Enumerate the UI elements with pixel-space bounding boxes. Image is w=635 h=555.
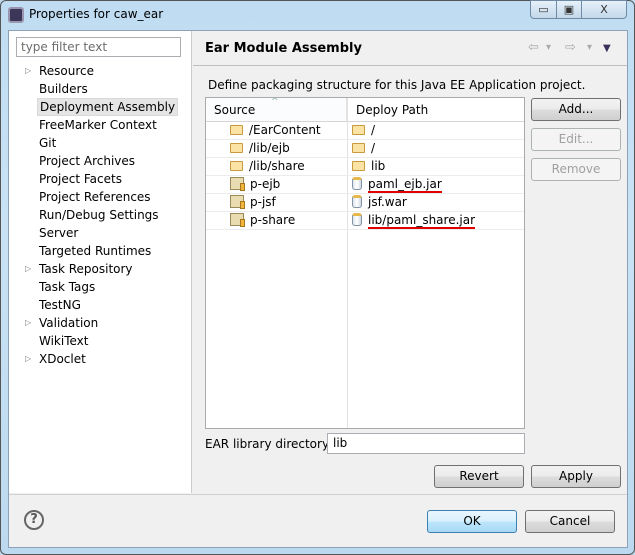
edit-button[interactable]: Edit... bbox=[531, 128, 621, 151]
table-row[interactable]: /lib/ejb / bbox=[206, 140, 524, 158]
column-header-source[interactable]: Source ^ bbox=[206, 97, 347, 122]
deploy-path-cell: / bbox=[352, 122, 375, 140]
sidebar-item[interactable]: Git bbox=[39, 134, 56, 152]
deploy-path-text: / bbox=[371, 123, 376, 137]
filter-input[interactable]: type filter text bbox=[16, 37, 181, 57]
deploy-path-text: / bbox=[371, 141, 376, 155]
source-cell: /lib/ejb bbox=[230, 140, 290, 158]
source-cell: p-jsf bbox=[230, 194, 276, 212]
source-cell: p-ejb bbox=[230, 176, 280, 194]
ok-button[interactable]: OK bbox=[427, 510, 517, 533]
source-text: /lib/ejb bbox=[249, 141, 290, 155]
deploy-path-cell: / bbox=[352, 140, 375, 158]
ear-library-label: EAR library directory: bbox=[205, 437, 333, 451]
deploy-path-cell: lib/paml_share.jar bbox=[352, 212, 476, 230]
sidebar-item[interactable]: Project Archives bbox=[39, 152, 135, 170]
window-title: Properties for caw_ear bbox=[29, 7, 164, 21]
project-icon bbox=[230, 213, 245, 227]
sidebar-item[interactable]: Resource bbox=[39, 62, 94, 80]
forward-arrow-icon[interactable]: ⇨ bbox=[565, 40, 576, 55]
sidebar-item[interactable]: TestNG bbox=[39, 296, 81, 314]
jar-icon bbox=[352, 213, 362, 226]
sidebar-item[interactable]: WikiText bbox=[39, 332, 89, 350]
column-label: Source bbox=[214, 103, 256, 117]
view-menu-icon[interactable]: ▼ bbox=[603, 43, 611, 54]
minimize-button[interactable]: ▭ bbox=[530, 0, 557, 19]
sidebar-item[interactable]: Project Facets bbox=[39, 170, 122, 188]
sidebar-item[interactable]: Task Repository bbox=[39, 260, 133, 278]
source-text: p-share bbox=[250, 213, 296, 227]
expand-arrow-icon[interactable]: ▷ bbox=[25, 62, 31, 80]
folder-icon bbox=[230, 143, 243, 153]
table-row[interactable]: p-ejb paml_ejb.jar bbox=[206, 176, 524, 194]
sidebar-item[interactable]: Targeted Runtimes bbox=[39, 242, 151, 260]
help-icon[interactable]: ? bbox=[24, 510, 44, 530]
deploy-path-text: lib bbox=[371, 159, 386, 173]
source-text: p-ejb bbox=[250, 177, 281, 191]
deploy-path-cell: lib bbox=[352, 158, 385, 176]
folder-icon bbox=[352, 161, 365, 171]
close-button[interactable]: X bbox=[581, 0, 627, 19]
sidebar-item[interactable]: Deployment Assembly bbox=[37, 98, 179, 116]
table-row[interactable]: p-share lib/paml_share.jar bbox=[206, 212, 524, 230]
remove-button[interactable]: Remove bbox=[531, 158, 621, 181]
source-text: /EarContent bbox=[249, 123, 321, 137]
ear-library-input[interactable]: lib bbox=[327, 433, 525, 454]
separator bbox=[9, 494, 627, 495]
sidebar-item[interactable]: Server bbox=[39, 224, 78, 242]
page-title: Ear Module Assembly bbox=[205, 41, 362, 56]
page-description: Define packaging structure for this Java… bbox=[208, 78, 586, 92]
folder-icon bbox=[352, 125, 365, 135]
jar-icon bbox=[352, 195, 362, 208]
source-text: /lib/share bbox=[249, 159, 305, 173]
deploy-path-text: lib/paml_share.jar bbox=[368, 213, 476, 229]
source-cell: /EarContent bbox=[230, 122, 321, 140]
sidebar-item[interactable]: Validation bbox=[39, 314, 98, 332]
deploy-path-cell: paml_ejb.jar bbox=[352, 176, 442, 194]
eclipse-app-icon bbox=[8, 7, 24, 23]
sidebar-item[interactable]: Run/Debug Settings bbox=[39, 206, 159, 224]
back-dropdown-icon[interactable]: ▾ bbox=[546, 42, 551, 53]
sidebar-item[interactable]: Task Tags bbox=[39, 278, 95, 296]
folder-icon bbox=[230, 161, 243, 171]
folder-icon bbox=[352, 143, 365, 153]
maximize-button[interactable]: ▣ bbox=[556, 0, 582, 19]
revert-button[interactable]: Revert bbox=[434, 465, 524, 488]
column-header-deploy-path[interactable]: Deploy Path bbox=[348, 98, 524, 122]
deploy-path-text: paml_ejb.jar bbox=[368, 177, 442, 193]
expand-arrow-icon[interactable]: ▷ bbox=[25, 314, 31, 332]
table-row[interactable]: p-jsf jsf.war bbox=[206, 194, 524, 212]
sidebar-item[interactable]: Builders bbox=[39, 80, 88, 98]
assembly-table[interactable]: Source ^ Deploy Path /EarContent //lib/ejb… bbox=[205, 97, 525, 429]
sort-ascending-icon: ^ bbox=[271, 97, 279, 107]
sidebar-item[interactable]: Project References bbox=[39, 188, 151, 206]
deploy-path-text: jsf.war bbox=[368, 195, 407, 209]
source-cell: /lib/share bbox=[230, 158, 305, 176]
expand-arrow-icon[interactable]: ▷ bbox=[25, 260, 31, 278]
folder-icon bbox=[230, 125, 243, 135]
deploy-path-cell: jsf.war bbox=[352, 194, 407, 212]
project-icon bbox=[230, 195, 245, 209]
source-cell: p-share bbox=[230, 212, 295, 230]
sidebar-item[interactable]: FreeMarker Context bbox=[39, 116, 157, 134]
expand-arrow-icon[interactable]: ▷ bbox=[25, 350, 31, 368]
apply-button[interactable]: Apply bbox=[531, 465, 621, 488]
table-row[interactable]: /EarContent / bbox=[206, 122, 524, 140]
project-icon bbox=[230, 177, 245, 191]
source-text: p-jsf bbox=[250, 195, 276, 209]
add-button[interactable]: Add... bbox=[531, 98, 621, 121]
table-row[interactable]: /lib/share lib bbox=[206, 158, 524, 176]
jar-icon bbox=[352, 177, 362, 190]
back-arrow-icon[interactable]: ⇦ bbox=[528, 40, 539, 55]
sidebar-item[interactable]: XDoclet bbox=[39, 350, 86, 368]
forward-dropdown-icon[interactable]: ▾ bbox=[587, 42, 592, 53]
cancel-button[interactable]: Cancel bbox=[525, 510, 615, 533]
